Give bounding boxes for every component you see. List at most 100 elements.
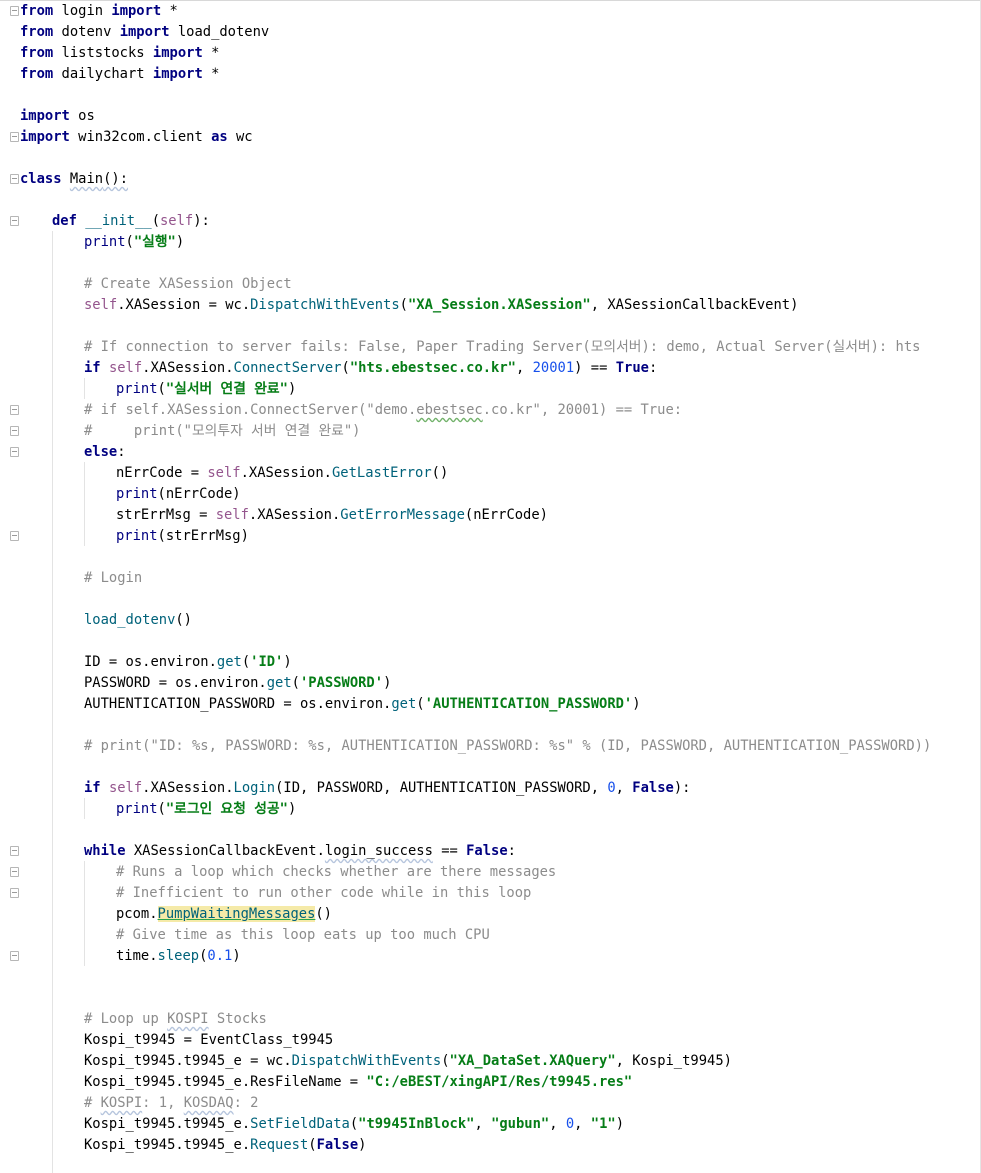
code-line[interactable]: print(nErrCode) <box>116 484 241 505</box>
code-token: as <box>211 129 228 145</box>
code-line[interactable]: strErrMsg = self.XASession.GetErrorMessa… <box>116 505 548 526</box>
code-line[interactable]: # KOSPI: 1, KOSDAQ: 2 <box>84 1093 258 1114</box>
fold-toggle-icon[interactable] <box>10 531 19 541</box>
fold-toggle-icon[interactable] <box>10 426 19 436</box>
code-token: False <box>316 1137 359 1153</box>
code-token: Login <box>233 780 276 796</box>
code-line[interactable]: from liststocks import * <box>20 43 219 64</box>
code-line[interactable]: else: <box>84 442 126 463</box>
code-token: import <box>119 24 170 40</box>
code-token: "gubun" <box>491 1116 550 1132</box>
code-token: from <box>20 24 54 40</box>
code-line[interactable]: Kospi_t9945.t9945_e.ResFileName = "C:/eB… <box>84 1072 632 1093</box>
code-line[interactable]: while XASessionCallbackEvent.login_succe… <box>84 841 516 862</box>
code-line[interactable]: # print("ID: %s, PASSWORD: %s, AUTHENTIC… <box>84 736 931 757</box>
code-token: * <box>161 3 178 19</box>
code-line[interactable]: from dailychart import * <box>20 64 219 85</box>
code-token: DispatchWithEvents <box>250 297 400 313</box>
code-line[interactable]: # Give time as this loop eats up too muc… <box>116 925 490 946</box>
fold-toggle-icon[interactable] <box>10 888 19 898</box>
code-line[interactable]: print(strErrMsg) <box>116 526 249 547</box>
code-line[interactable]: load_dotenv() <box>84 610 192 631</box>
code-line[interactable]: nErrCode = self.XASession.GetLastError() <box>116 463 448 484</box>
code-line[interactable]: if self.XASession.Login(ID, PASSWORD, AU… <box>84 778 690 799</box>
code-line[interactable]: self.XASession = wc.DispatchWithEvents("… <box>84 295 798 316</box>
fold-toggle-icon[interactable] <box>10 867 19 877</box>
code-token: strErrMsg = <box>116 507 216 523</box>
code-token: dotenv <box>53 24 120 40</box>
code-line[interactable]: print("실서버 연결 완료") <box>116 379 296 400</box>
code-line[interactable]: class Main(): <box>20 169 128 190</box>
code-token: == <box>432 843 467 859</box>
code-token: () <box>431 465 449 481</box>
code-line[interactable]: # print("모의투자 서버 연결 완료") <box>84 421 360 442</box>
code-token: import <box>152 66 203 82</box>
code-token: PASSWORD = os.environ. <box>84 675 267 691</box>
code-token: "XA_Session.XASession" <box>407 297 591 313</box>
code-line[interactable]: def __init__(self): <box>52 211 210 232</box>
code-line[interactable]: # Inefficient to run other code while in… <box>116 883 531 904</box>
code-line[interactable]: from login import * <box>20 1 178 22</box>
code-line[interactable]: print("로그인 요청 성공") <box>116 799 296 820</box>
code-token: self <box>207 465 241 481</box>
code-token: else <box>84 444 118 460</box>
code-token: login_success <box>324 843 433 859</box>
fold-toggle-icon[interactable] <box>10 447 19 457</box>
code-token: self <box>215 507 249 523</box>
code-line[interactable]: import os <box>20 106 95 127</box>
indent-guide <box>84 378 85 399</box>
fold-toggle-icon[interactable] <box>10 174 19 184</box>
code-token: () <box>315 906 332 922</box>
code-line[interactable]: # If connection to server fails: False, … <box>84 337 920 358</box>
code-token: ( <box>241 654 251 670</box>
code-line[interactable]: from dotenv import load_dotenv <box>20 22 269 43</box>
code-line[interactable]: import win32com.client as wc <box>20 127 253 148</box>
code-line[interactable]: PASSWORD = os.environ.get('PASSWORD') <box>84 673 391 694</box>
code-token: from <box>20 66 54 82</box>
fold-toggle-icon[interactable] <box>10 405 19 415</box>
code-line[interactable]: Kospi_t9945.t9945_e = wc.DispatchWithEve… <box>84 1051 732 1072</box>
fold-toggle-icon[interactable] <box>10 132 19 142</box>
code-token: (): <box>103 171 129 187</box>
code-line[interactable]: AUTHENTICATION_PASSWORD = os.environ.get… <box>84 694 641 715</box>
code-line[interactable]: # if self.XASession.ConnectServer("demo.… <box>84 400 682 421</box>
code-token: , Kospi_t9945) <box>615 1053 732 1069</box>
code-token: Main <box>69 171 104 187</box>
code-token: login <box>53 3 112 19</box>
code-line[interactable]: pcom.PumpWaitingMessages() <box>116 904 332 925</box>
code-token: PumpWaitingMessages <box>157 906 316 922</box>
code-token: GetLastError <box>331 465 432 481</box>
code-line[interactable]: Kospi_t9945.t9945_e.SetFieldData("t9945I… <box>84 1114 624 1135</box>
code-line[interactable]: # Runs a loop which checks whether are t… <box>116 862 556 883</box>
code-token: self <box>84 297 118 313</box>
code-line[interactable]: # Create XASession Object <box>84 274 292 295</box>
code-line[interactable]: Kospi_t9945.t9945_e.Request(False) <box>84 1135 366 1156</box>
code-token: liststocks <box>53 45 153 61</box>
code-editor[interactable]: from login import * from dotenv import lo… <box>0 0 981 1173</box>
code-token: 'ID' <box>250 654 284 670</box>
fold-toggle-icon[interactable] <box>10 6 19 16</box>
code-token: ) <box>383 675 392 691</box>
code-line[interactable]: ID = os.environ.get('ID') <box>84 652 292 673</box>
code-token: Kospi_t9945.t9945_e = wc. <box>84 1053 292 1069</box>
code-line[interactable]: if self.XASession.ConnectServer("hts.ebe… <box>84 358 657 379</box>
code-token: 20001 <box>532 360 575 376</box>
code-token: ( <box>416 696 425 712</box>
code-line[interactable]: print("실행") <box>84 232 184 253</box>
code-token: ID = os.environ. <box>84 654 217 670</box>
code-token: get <box>266 675 292 691</box>
fold-toggle-icon[interactable] <box>10 951 19 961</box>
fold-toggle-icon[interactable] <box>10 846 19 856</box>
code-token: ( <box>441 1053 450 1069</box>
code-token: ) <box>287 381 297 397</box>
code-line[interactable]: Kospi_t9945 = EventClass_t9945 <box>84 1030 333 1051</box>
code-token: ): <box>193 213 210 229</box>
code-token: 'AUTHENTICATION_PASSWORD' <box>424 696 633 712</box>
indent-guide <box>52 231 53 1173</box>
code-token: "hts.ebestsec.co.kr" <box>349 360 516 376</box>
fold-toggle-icon[interactable] <box>10 216 19 226</box>
code-line[interactable]: # Loop up KOSPI Stocks <box>84 1009 267 1030</box>
code-line[interactable]: # Login <box>84 568 142 589</box>
code-line[interactable]: time.sleep(0.1) <box>116 946 241 967</box>
